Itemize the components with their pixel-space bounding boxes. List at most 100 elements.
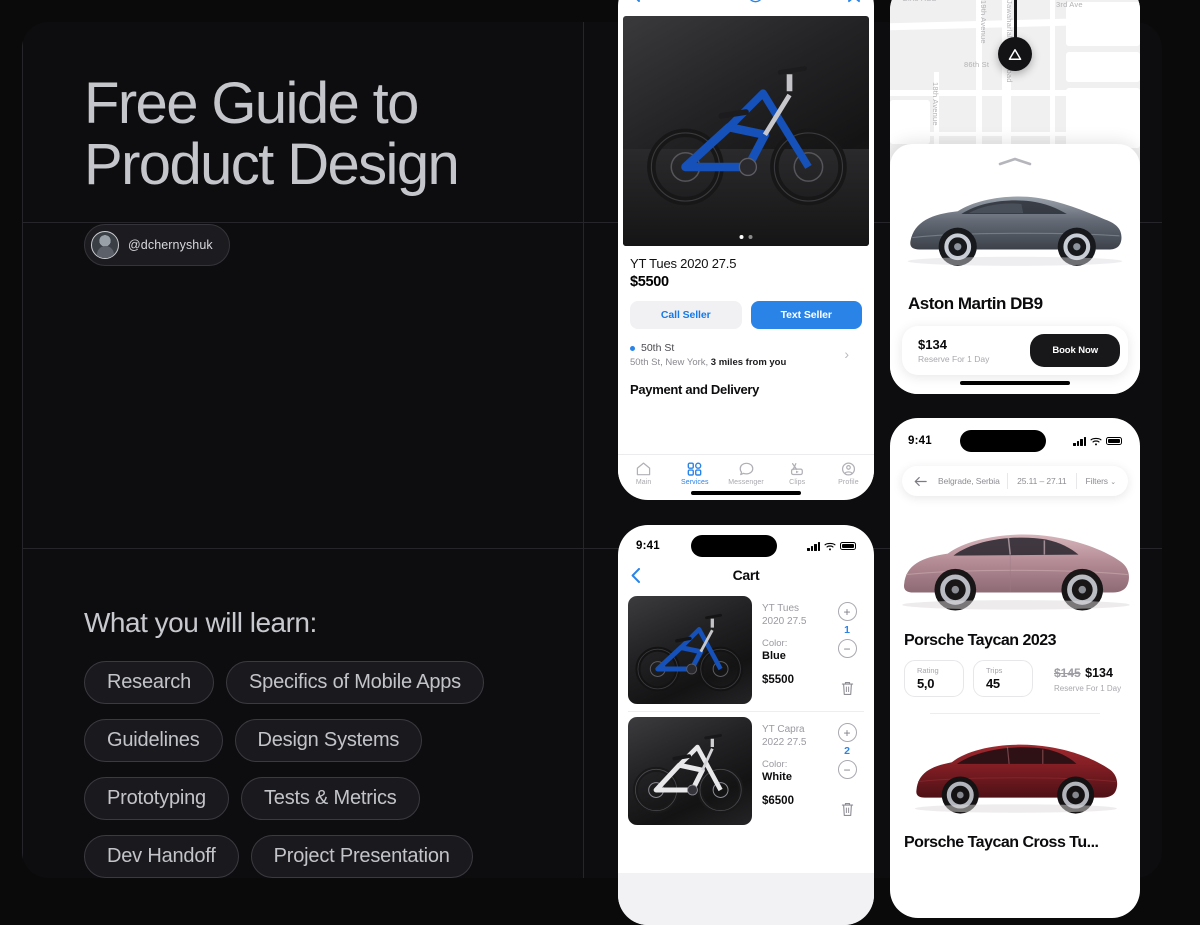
carousel-dot[interactable] xyxy=(748,235,753,239)
plus-circle-icon[interactable]: + xyxy=(837,602,857,621)
author-handle: @dchernyshuk xyxy=(128,238,213,252)
topic-pill[interactable]: Prototyping xyxy=(84,777,229,820)
tab-main[interactable]: Main xyxy=(618,462,669,486)
carousel-dots[interactable] xyxy=(739,235,753,239)
share-arrow-icon[interactable] xyxy=(779,0,798,2)
tab-profile[interactable]: Profile xyxy=(823,462,874,486)
book-now-button[interactable]: Book Now xyxy=(1030,334,1120,367)
cart-item-name: YT Tues 2020 27.5 xyxy=(762,603,807,628)
home-icon xyxy=(636,462,651,476)
bottom-tab-bar: Main Services Messenger Clips Profile xyxy=(618,454,874,486)
dynamic-island xyxy=(690,535,777,557)
minus-circle-icon[interactable]: − xyxy=(837,760,857,779)
topic-pill[interactable]: Guidelines xyxy=(84,719,223,762)
filters-button[interactable]: Filters ⌄ xyxy=(1086,476,1117,486)
cart-item-color-value: Blue xyxy=(762,650,786,663)
tab-services[interactable]: Services xyxy=(669,462,720,486)
map-label: 3rd Ave xyxy=(1056,0,1083,9)
chevron-right-icon[interactable]: › xyxy=(844,346,849,362)
back-chevron-icon[interactable] xyxy=(631,0,640,2)
bookmark-icon[interactable] xyxy=(847,0,861,3)
topic-pill[interactable]: Design Systems xyxy=(234,719,423,762)
plus-circle-icon[interactable]: + xyxy=(837,723,857,742)
map-block xyxy=(1066,88,1140,148)
topic-row: Dev Handoff Project Presentation xyxy=(84,835,604,878)
carousel-dot-active[interactable] xyxy=(739,235,744,239)
home-indicator xyxy=(691,491,801,495)
topic-pill[interactable]: Research xyxy=(84,661,214,704)
quantity-stepper[interactable]: + 1 − xyxy=(830,596,864,696)
navigation-triangle-pin-icon[interactable] xyxy=(998,37,1032,71)
result-title: Porsche Taycan Cross Tu... xyxy=(904,834,1099,851)
author-badge[interactable]: @dchernyshuk xyxy=(84,224,230,266)
quantity-value: 1 xyxy=(844,624,850,636)
cart-item-thumbnail[interactable] xyxy=(628,596,752,704)
map-label: 18th Avenue xyxy=(931,82,940,126)
result-image[interactable] xyxy=(890,510,1140,622)
tab-label: Profile xyxy=(838,479,859,486)
location-name: 50th St xyxy=(641,342,675,354)
porsche-taycan-cross-turismo-photo xyxy=(914,744,1118,814)
rating-label: Rating xyxy=(917,666,939,675)
route-line xyxy=(1014,0,1017,42)
sheet-chevron-handle-icon[interactable] xyxy=(998,153,1032,171)
tab-label: Services xyxy=(680,479,709,486)
phone-mockup-car-map: Nirmala Girls HSS 3rd Ave 19th Avenue Ja… xyxy=(890,0,1140,394)
product-image-carousel[interactable] xyxy=(623,16,869,246)
quantity-stepper[interactable]: + 2 − xyxy=(830,717,864,817)
location-block[interactable]: 50th St 50th St, New York, 3 miles from … xyxy=(630,342,862,368)
map-label: 19th Avenue xyxy=(979,0,988,44)
topic-pill[interactable]: Dev Handoff xyxy=(84,835,239,878)
cellular-bars-icon xyxy=(1073,436,1086,446)
mountain-bike-blue-photo xyxy=(635,613,743,692)
trash-icon[interactable] xyxy=(841,681,854,696)
text-seller-button[interactable]: Text Seller xyxy=(750,301,862,329)
map-block xyxy=(1066,52,1140,82)
topic-pill[interactable]: Specifics of Mobile Apps xyxy=(226,661,484,704)
topic-row: Prototyping Tests & Metrics xyxy=(84,777,604,820)
title-line-1: Free Guide to xyxy=(84,71,419,136)
seller-actions: Call Seller Text Seller xyxy=(630,301,862,329)
minus-circle-icon[interactable]: − xyxy=(837,639,857,658)
back-arrow-icon[interactable] xyxy=(914,476,927,487)
car-price: $134 xyxy=(918,337,947,352)
topic-pill[interactable]: Project Presentation xyxy=(250,835,473,878)
cellular-bars-icon xyxy=(807,541,820,551)
old-price: $145 xyxy=(1054,666,1081,680)
cart-item-color-value: White xyxy=(762,771,792,784)
cart-item-row: YT Tues 2020 27.5 Color: Blue $5500 + 1 − xyxy=(618,591,874,704)
aston-martin-db9-photo xyxy=(907,196,1123,266)
phone-mockup-car-search: 9:41 Belgrade, Serbia 25.11 – 27.11 Filt… xyxy=(890,418,1140,918)
status-bar: 9:41 xyxy=(890,428,1140,454)
topic-pill[interactable]: Tests & Metrics xyxy=(240,777,420,820)
porsche-taycan-2023-photo xyxy=(902,534,1130,611)
cart-item-thumbnail[interactable] xyxy=(628,717,752,825)
result-image[interactable] xyxy=(890,724,1140,824)
title-line-2: Product Design xyxy=(84,131,460,197)
cart-icon-wrapper[interactable]: 3 xyxy=(813,0,832,5)
search-divider xyxy=(1075,473,1077,489)
battery-icon xyxy=(840,541,856,551)
tab-clips[interactable]: Clips xyxy=(772,462,823,486)
trips-value: 45 xyxy=(986,676,1000,691)
result-stats: Rating 5,0 Trips 45 $145 $134 Reserve Fo… xyxy=(890,650,1140,697)
map-block xyxy=(890,100,930,144)
car-photo-wrap xyxy=(896,164,1134,284)
location-address: 50th St, New York, xyxy=(630,357,711,368)
tab-messenger[interactable]: Messenger xyxy=(720,462,771,486)
grid-icon xyxy=(687,462,702,476)
search-location[interactable]: Belgrade, Serbia xyxy=(938,476,1000,486)
payment-delivery-heading: Payment and Delivery xyxy=(630,382,760,397)
cart-footer-area xyxy=(618,873,874,925)
status-time: 9:41 xyxy=(908,435,932,447)
exclamation-circle-icon[interactable] xyxy=(747,0,764,3)
car-price-subtitle: Reserve For 1 Day xyxy=(918,354,990,364)
trash-icon[interactable] xyxy=(841,802,854,817)
price-box: $145 $134 Reserve For 1 Day xyxy=(1054,664,1121,693)
call-seller-button[interactable]: Call Seller xyxy=(630,301,742,329)
mountain-bike-photo xyxy=(647,66,847,206)
topic-row: Guidelines Design Systems xyxy=(84,719,604,762)
dynamic-island xyxy=(959,430,1046,452)
search-dates[interactable]: 25.11 – 27.11 xyxy=(1017,476,1067,486)
search-bar[interactable]: Belgrade, Serbia 25.11 – 27.11 Filters ⌄ xyxy=(902,466,1128,496)
